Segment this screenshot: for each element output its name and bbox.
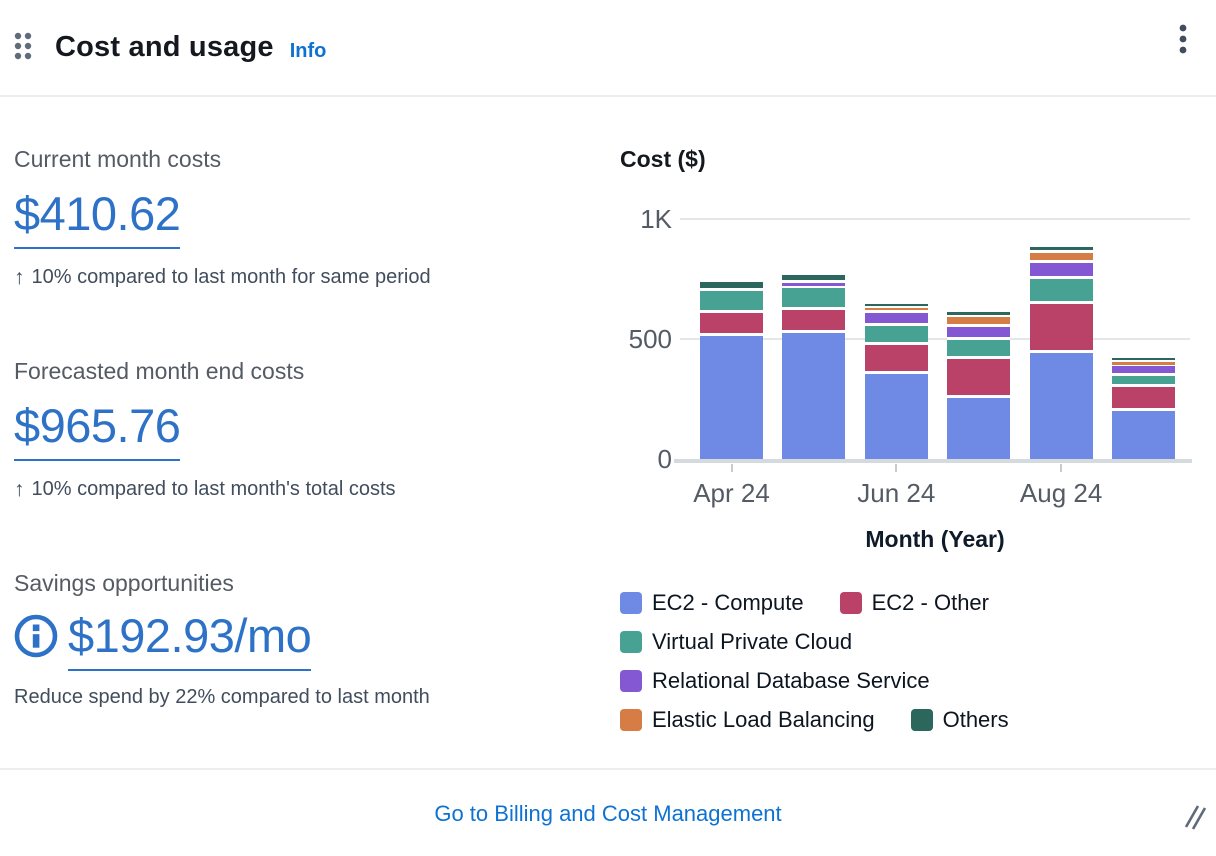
metric-delta-text: 10% compared to last month for same peri… <box>32 266 431 289</box>
up-arrow-icon: ↑ <box>14 478 25 502</box>
x-axis-title: Month (Year) <box>680 526 1190 553</box>
y-axis-tick-label: 0 <box>580 443 672 475</box>
x-axis-tick <box>895 464 897 472</box>
bar-segment[interactable] <box>947 398 1010 459</box>
gridline <box>680 218 1190 220</box>
legend-swatch <box>620 709 642 731</box>
bar-segment[interactable] <box>1030 353 1093 459</box>
forecasted-costs-section: Forecasted month end costs $965.76 ↑ 10%… <box>14 358 396 502</box>
bar-segment[interactable] <box>865 313 928 325</box>
bar-segment[interactable] <box>947 340 1010 359</box>
chart-legend: EC2 - Compute EC2 - Other Virtual Private … <box>620 590 1165 733</box>
legend-swatch <box>840 592 862 614</box>
bar-segment[interactable] <box>1112 411 1175 459</box>
bar-segment[interactable] <box>700 291 763 314</box>
legend-item[interactable]: EC2 - Other <box>840 590 989 616</box>
cost-chart: Cost ($) Month (Year) EC2 - ComputeEC2 -… <box>620 146 1212 786</box>
x-axis-tick-label: Aug 24 <box>986 478 1136 509</box>
savings-opportunities-section: Savings opportunities $192.93/mo Reduce … <box>14 570 430 709</box>
bar-segment[interactable] <box>700 282 763 291</box>
bar-segment[interactable] <box>782 333 845 459</box>
footer-divider <box>0 768 1216 770</box>
bar-segment[interactable] <box>1112 376 1175 387</box>
bar-jul-24[interactable] <box>947 312 1010 459</box>
bar-segment[interactable] <box>947 317 1010 327</box>
bar-segment[interactable] <box>947 327 1010 340</box>
bar-segment[interactable] <box>1030 304 1093 353</box>
legend-label: Virtual Private Cloud <box>652 629 852 655</box>
drag-handle-icon[interactable] <box>13 31 33 66</box>
bar-segment[interactable] <box>1112 366 1175 376</box>
bar-may-24[interactable] <box>782 275 845 459</box>
legend-item[interactable]: Others <box>911 707 1009 733</box>
legend-label: EC2 - Other <box>872 590 989 616</box>
x-axis-tick-label: Apr 24 <box>657 478 807 509</box>
bar-segment[interactable] <box>700 336 763 459</box>
bar-segment[interactable] <box>865 374 928 459</box>
legend-item[interactable]: Elastic Load Balancing <box>620 707 875 733</box>
bar-segment[interactable] <box>865 326 928 345</box>
bar-segment[interactable] <box>1030 253 1093 263</box>
legend-swatch <box>620 592 642 614</box>
legend-label: Elastic Load Balancing <box>652 707 875 733</box>
x-axis-tick-label: Jun 24 <box>821 478 971 509</box>
bar-segment[interactable] <box>1030 279 1093 304</box>
metric-label: Current month costs <box>14 146 431 173</box>
forecasted-costs-link[interactable]: $965.76 <box>14 401 180 461</box>
bar-aug-24[interactable] <box>1030 247 1093 459</box>
bar-segment[interactable] <box>947 359 1010 397</box>
legend-item[interactable]: Virtual Private Cloud <box>620 629 852 655</box>
info-link[interactable]: Info <box>290 40 327 63</box>
current-month-costs-link[interactable]: $410.62 <box>14 189 180 249</box>
legend-item[interactable]: EC2 - Compute <box>620 590 804 616</box>
x-axis-tick <box>1060 464 1062 472</box>
bar-apr-24[interactable] <box>700 282 763 459</box>
widget-header: Cost and usage Info <box>0 0 1216 97</box>
up-arrow-icon: ↑ <box>14 266 25 290</box>
bar-segment[interactable] <box>865 345 928 374</box>
bar-segment[interactable] <box>700 313 763 336</box>
metric-label: Forecasted month end costs <box>14 358 396 385</box>
kebab-menu-icon[interactable] <box>1176 22 1190 61</box>
chart-plot <box>680 219 1190 459</box>
x-axis-baseline <box>674 459 1192 463</box>
current-month-costs-section: Current month costs $410.62 ↑ 10% compar… <box>14 146 431 290</box>
y-axis-tick-label: 1K <box>580 203 672 235</box>
info-circle-icon[interactable] <box>14 614 58 658</box>
bar-segment[interactable] <box>1112 387 1175 411</box>
bar-jun-24[interactable] <box>865 304 928 459</box>
savings-opportunities-link[interactable]: $192.93/mo <box>68 611 311 671</box>
chart-title: Cost ($) <box>620 146 1212 173</box>
legend-swatch <box>620 670 642 692</box>
bar-segment[interactable] <box>782 288 845 310</box>
legend-label: Relational Database Service <box>652 668 930 694</box>
bar-segment[interactable] <box>1030 263 1093 279</box>
legend-label: EC2 - Compute <box>652 590 804 616</box>
legend-item[interactable]: Relational Database Service <box>620 668 930 694</box>
bar-segment[interactable] <box>782 275 845 284</box>
go-to-billing-link[interactable]: Go to Billing and Cost Management <box>0 801 1216 827</box>
legend-label: Others <box>943 707 1009 733</box>
metric-delta-text: Reduce spend by 22% compared to last mon… <box>14 686 430 709</box>
widget-title: Cost and usage <box>55 31 274 64</box>
y-axis-tick-label: 500 <box>580 323 672 355</box>
bar-sep-24[interactable] <box>1112 358 1175 459</box>
x-axis-tick <box>731 464 733 472</box>
resize-handle-icon[interactable] <box>1182 801 1208 836</box>
legend-swatch <box>911 709 933 731</box>
bar-segment[interactable] <box>782 310 845 333</box>
metric-label: Savings opportunities <box>14 570 430 597</box>
metric-delta-text: 10% compared to last month's total costs <box>32 478 396 501</box>
legend-swatch <box>620 631 642 653</box>
